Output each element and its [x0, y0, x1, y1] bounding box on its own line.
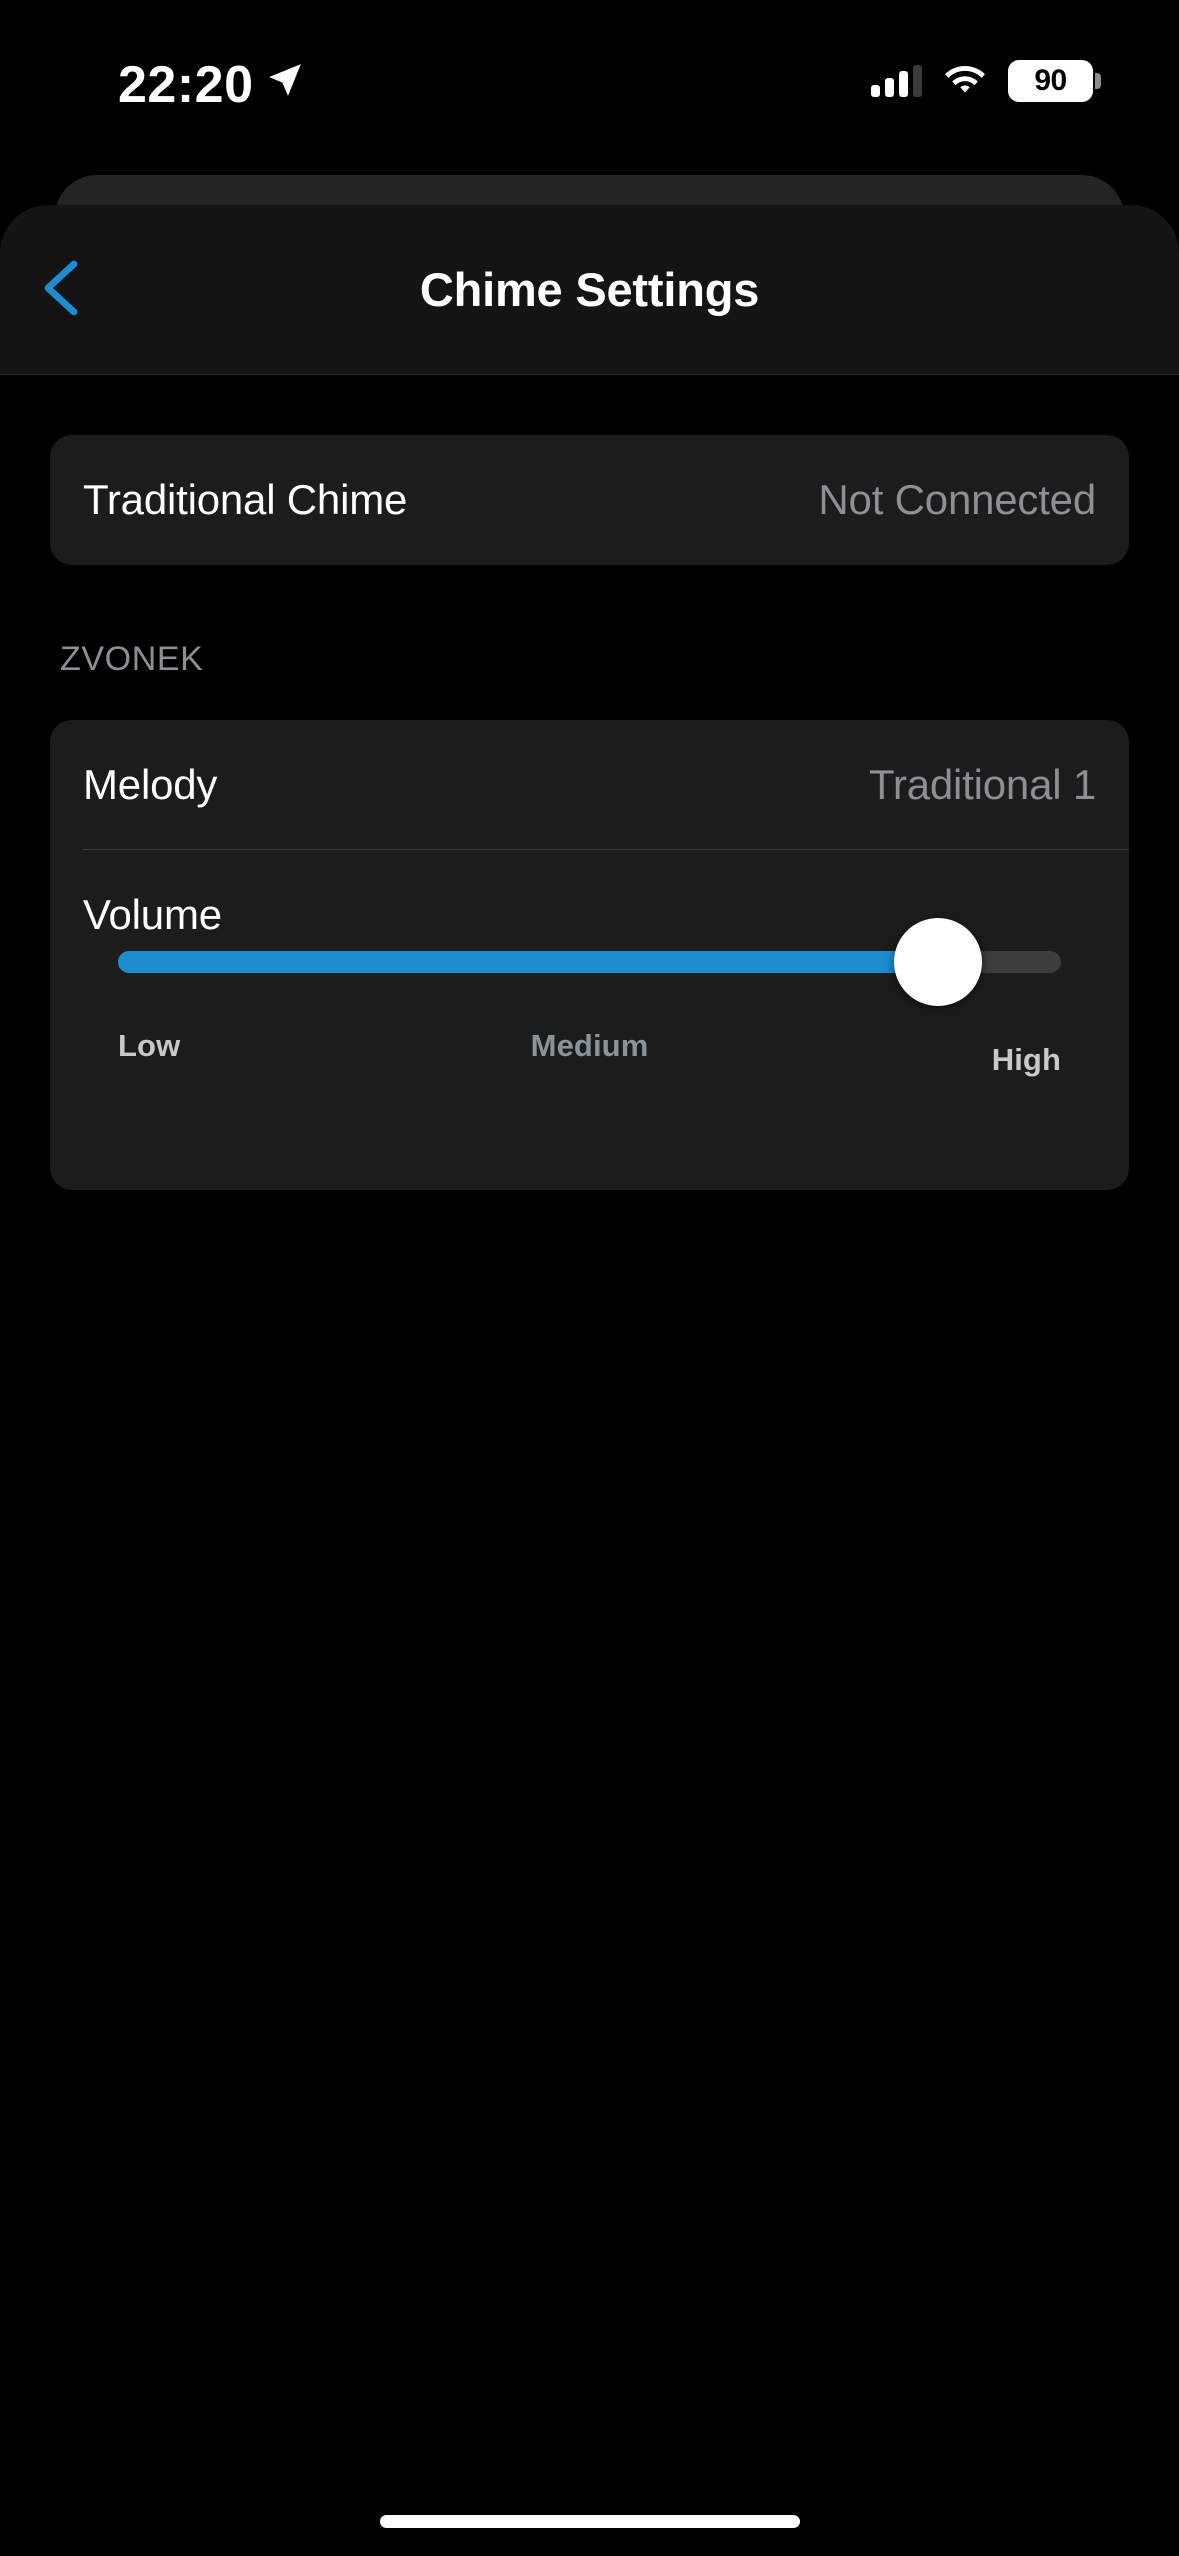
slider-fill: [118, 951, 939, 973]
melody-label: Melody: [83, 761, 218, 808]
page-title: Chime Settings: [419, 263, 760, 316]
volume-slider[interactable]: [118, 918, 1061, 1008]
modal-sheet: Chime Settings Traditional Chime Not Con…: [0, 205, 1179, 2556]
chime-status-row[interactable]: Traditional Chime Not Connected: [50, 435, 1129, 565]
navigation-bar: Chime Settings: [0, 205, 1179, 375]
volume-scale-labels: Low Medium High: [118, 1028, 1061, 1088]
chime-status-value: Not Connected: [818, 476, 1096, 523]
location-arrow-icon: [269, 64, 301, 96]
status-bar: 22:20 90: [0, 0, 1179, 150]
section-header-zvonek: ZVONEK: [60, 640, 204, 678]
volume-label-low: Low: [118, 1028, 181, 1063]
settings-content: Traditional Chime Not Connected ZVONEK M…: [0, 375, 1179, 2556]
chime-status-card[interactable]: Traditional Chime Not Connected: [50, 435, 1129, 565]
status-bar-indicators: 90: [871, 58, 1101, 104]
battery-icon: 90: [1008, 60, 1101, 102]
wifi-icon: [945, 65, 985, 93]
volume-slider-area: Low Medium High: [50, 850, 1129, 1190]
home-indicator[interactable]: [379, 2515, 800, 2528]
status-bar-time: 22:20: [118, 56, 254, 114]
volume-label-medium: Medium: [530, 1028, 649, 1063]
battery-cap: [1095, 73, 1101, 89]
chime-settings-card: Melody Traditional 1 Volume Low Medium H…: [50, 720, 1129, 1190]
slider-thumb[interactable]: [894, 918, 983, 1006]
volume-label-high: High: [991, 1042, 1061, 1077]
battery-percent-label: 90: [1034, 64, 1067, 97]
cellular-signal-icon: [871, 65, 922, 97]
chime-status-label: Traditional Chime: [83, 476, 408, 523]
melody-row[interactable]: Melody Traditional 1: [50, 720, 1129, 850]
melody-value: Traditional 1: [869, 761, 1096, 808]
